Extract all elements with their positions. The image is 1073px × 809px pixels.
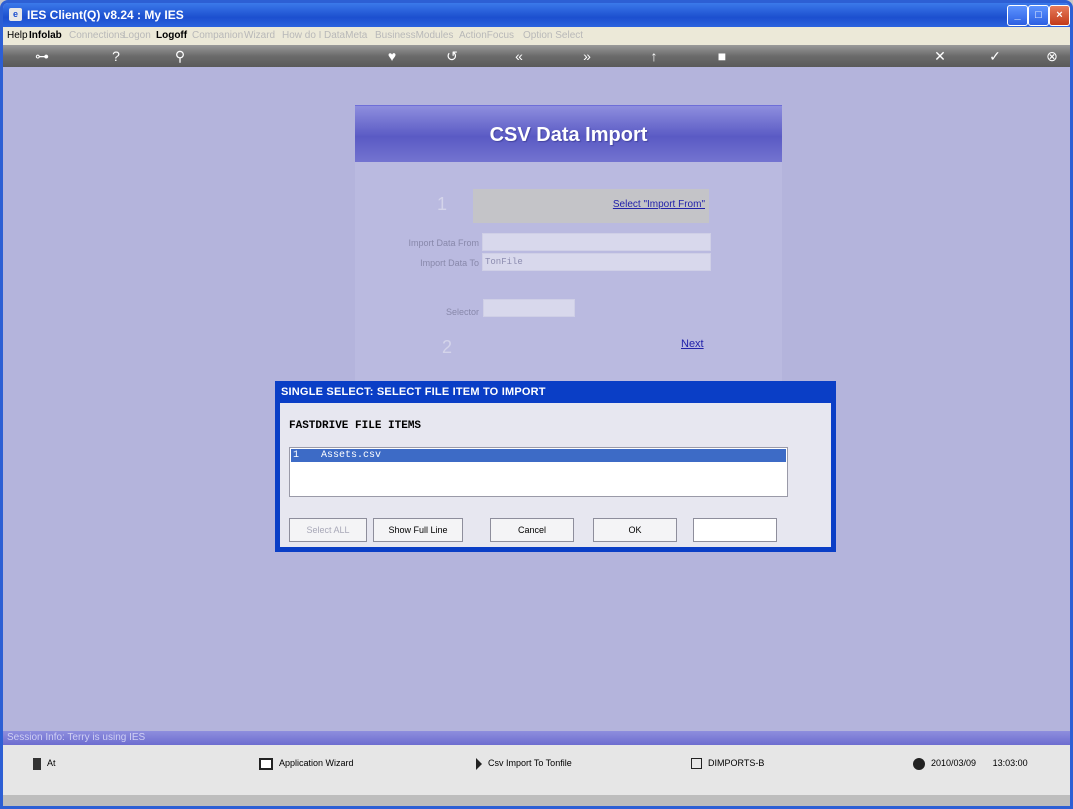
undo-icon[interactable]: ↺ [443, 47, 461, 65]
menu-infolab[interactable]: Infolab [29, 30, 62, 41]
list-item-value: Assets.csv [321, 450, 382, 461]
toolbar: ⊶ ? ⚲ ♥ ↺ « » ↑ ■ ✕ ✓ ⊗ [3, 45, 1070, 67]
selector-field[interactable] [483, 299, 575, 317]
wizard-title: CSV Data Import [489, 124, 648, 146]
help-icon[interactable]: ? [107, 47, 125, 65]
dialog-body: FASTDRIVE FILE ITEMS 1 Assets.csv Select… [280, 403, 831, 547]
bottom-border [3, 795, 1070, 806]
app-icon: e [9, 8, 22, 21]
import-from-label: Import Data From [408, 238, 479, 248]
back-icon[interactable]: « [510, 47, 528, 65]
maximize-button[interactable]: □ [1028, 5, 1049, 26]
file-items-list[interactable]: 1 Assets.csv [289, 447, 788, 497]
ok-button[interactable]: OK [593, 518, 677, 542]
single-select-dialog: SINGLE SELECT: SELECT FILE ITEM TO IMPOR… [275, 381, 836, 552]
dialog-input[interactable] [693, 518, 777, 542]
menu-how-do-i[interactable]: How do I [282, 30, 321, 41]
session-info-strip: Session Info: Terry is using IES [3, 731, 1070, 745]
menu-logon[interactable]: Logon [123, 30, 151, 41]
wizard-header: CSV Data Import [355, 105, 782, 162]
bottom-time: 13:03:00 [992, 758, 1028, 768]
clock-icon [913, 757, 925, 770]
import-to-label: Import Data To [420, 258, 479, 268]
import-icon [476, 757, 482, 770]
bottom-item-application-wizard[interactable]: Application Wizard [259, 756, 354, 770]
bottom-bar: At Application Wizard Csv Import To Tonf… [3, 745, 1070, 795]
bottom-item-application-wizard-label: Application Wizard [279, 758, 354, 768]
app-window: e IES Client(Q) v8.24 : My IES _ □ × Hel… [0, 0, 1073, 809]
list-item-number: 1 [293, 450, 300, 461]
forward-icon[interactable]: » [578, 47, 596, 65]
window-title: IES Client(Q) v8.24 : My IES [27, 8, 184, 22]
bottom-item-csv-import-label: Csv Import To Tonfile [488, 758, 572, 768]
step-1-number: 1 [437, 194, 448, 214]
exit-icon[interactable]: ⊗ [1043, 47, 1061, 65]
up-icon[interactable]: ↑ [645, 47, 663, 65]
menu-businessmodules[interactable]: BusinessModules [375, 30, 453, 41]
session-info-text: Session Info: Terry is using IES [7, 732, 146, 743]
cancel-button[interactable]: Cancel [490, 518, 574, 542]
import-to-field[interactable]: TonFile [482, 253, 711, 271]
select-import-from-link[interactable]: Select "Import From" [613, 199, 705, 210]
selector-label: Selector [445, 307, 479, 317]
cancel-icon[interactable]: ✕ [931, 47, 949, 65]
key-icon[interactable]: ⊶ [27, 47, 57, 65]
step-2-number: 2 [442, 337, 453, 357]
minimize-button[interactable]: _ [1007, 5, 1028, 26]
menu-actionfocus[interactable]: ActionFocus [459, 30, 514, 41]
step-1-bar: Select "Import From" [473, 189, 709, 223]
wizard-panel: CSV Data Import 1 Select "Import From" I… [355, 105, 782, 395]
bottom-item-dimports-label: DIMPORTS-B [708, 758, 765, 768]
building-icon [33, 757, 41, 770]
menu-connections[interactable]: Connections [69, 30, 125, 41]
menu-option-select[interactable]: Option Select [523, 30, 583, 41]
bottom-item-at[interactable]: At [33, 756, 56, 770]
menu-bar: Help Infolab Connections Logon Logoff Co… [3, 27, 1070, 45]
title-bar: e IES Client(Q) v8.24 : My IES _ □ × [3, 3, 1070, 27]
bottom-date: 2010/03/09 [931, 758, 977, 768]
show-full-line-button[interactable]: Show Full Line [373, 518, 463, 542]
wizard-icon [259, 757, 273, 770]
import-from-field[interactable] [482, 233, 711, 251]
menu-datameta[interactable]: DataMeta [324, 30, 367, 41]
menu-logoff[interactable]: Logoff [156, 30, 187, 41]
list-item[interactable]: 1 Assets.csv [291, 449, 786, 462]
close-button[interactable]: × [1049, 5, 1070, 26]
menu-help[interactable]: Help [7, 30, 28, 41]
dialog-title: SINGLE SELECT: SELECT FILE ITEM TO IMPOR… [281, 386, 546, 398]
bottom-item-at-label: At [47, 758, 56, 768]
next-link[interactable]: Next [681, 338, 704, 350]
module-icon [691, 758, 702, 770]
search-icon[interactable]: ⚲ [171, 47, 189, 65]
bottom-item-dimports[interactable]: DIMPORTS-B [691, 756, 764, 770]
dialog-subtitle: FASTDRIVE FILE ITEMS [289, 420, 422, 432]
select-all-button[interactable]: Select ALL [289, 518, 367, 542]
heart-icon[interactable]: ♥ [383, 47, 401, 65]
bottom-datetime: 2010/03/09 13:03:00 [913, 756, 1028, 770]
stop-icon[interactable]: ■ [713, 47, 731, 65]
menu-wizard[interactable]: Wizard [244, 30, 275, 41]
confirm-icon[interactable]: ✓ [986, 47, 1004, 65]
menu-companion[interactable]: Companion [192, 30, 243, 41]
bottom-item-csv-import[interactable]: Csv Import To Tonfile [476, 756, 572, 770]
